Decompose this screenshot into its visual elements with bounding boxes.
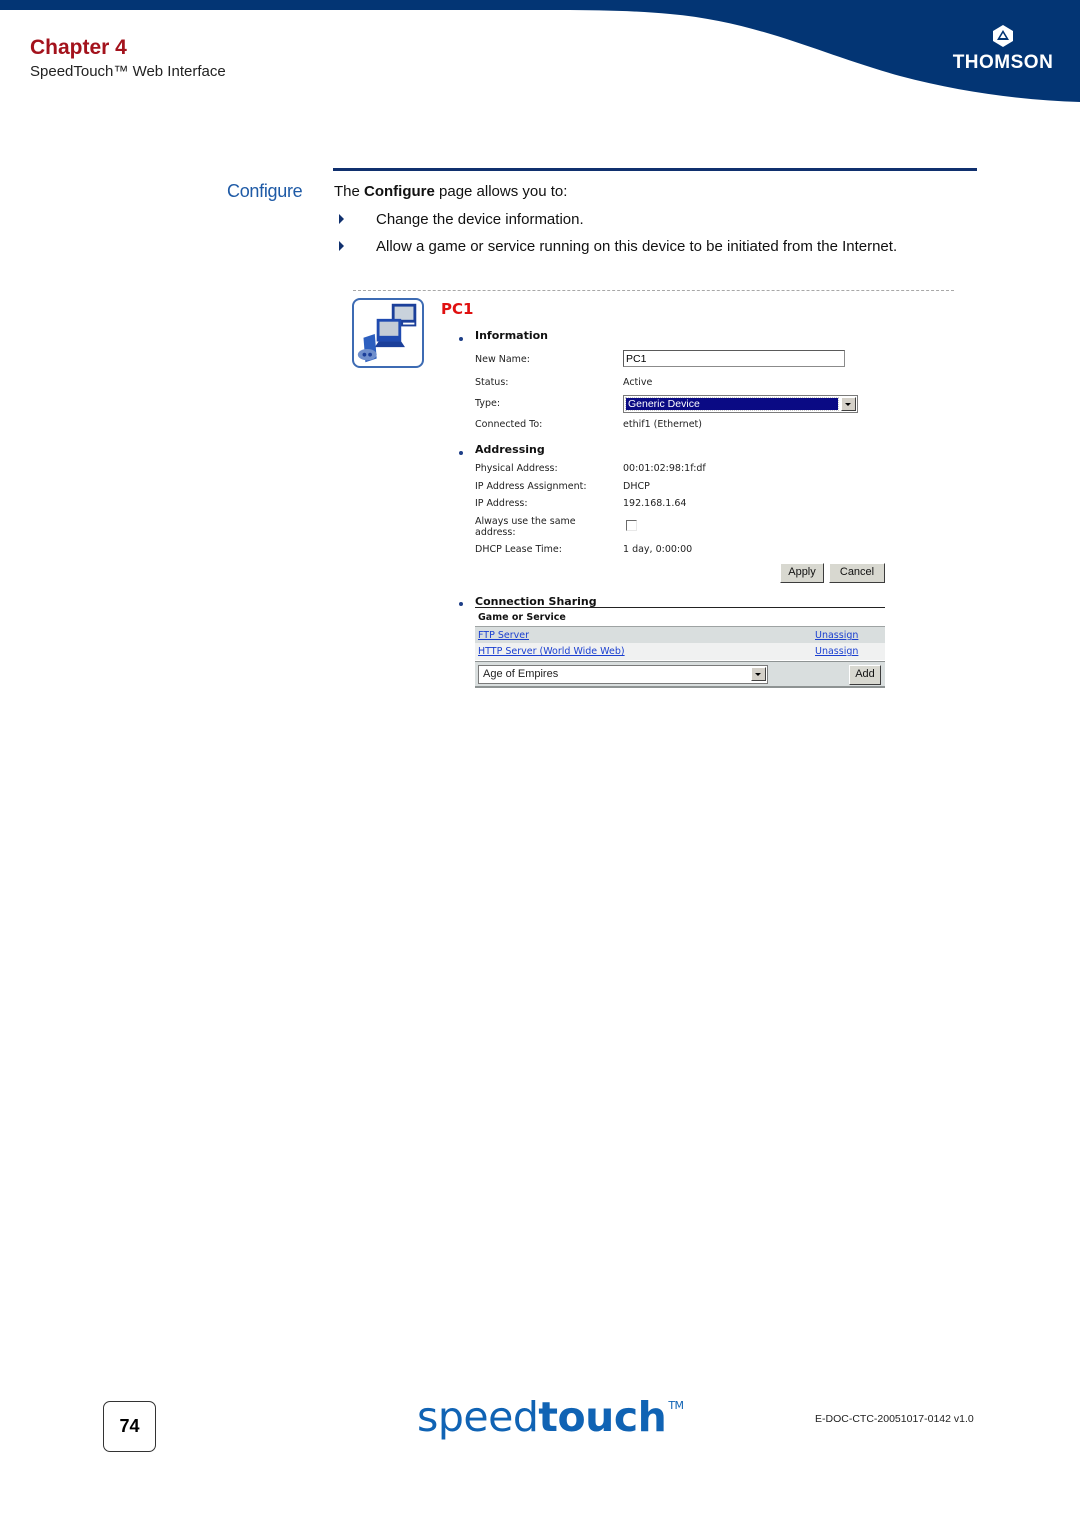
new-name-input[interactable] [623,350,845,367]
type-label: Type: [475,398,501,409]
logo-light-part: speed [417,1393,539,1441]
type-select[interactable]: Generic Device [623,395,858,413]
always-same-address-label-line2: address: [475,527,516,538]
header-wave-band [0,0,1080,102]
game-or-service-column-header: Game or Service [478,612,566,623]
pc-and-game-console-icon [352,298,424,368]
chevron-down-icon[interactable] [751,667,766,681]
service-link[interactable]: FTP Server [478,630,529,641]
dashed-separator [353,290,954,291]
ip-assignment-label: IP Address Assignment: [475,481,587,492]
new-name-label: New Name: [475,354,530,365]
type-selected-value: Generic Device [625,397,839,411]
chapter-subtitle: SpeedTouch™ Web Interface [30,63,226,80]
section-intro: The Configure page allows you to: [334,183,567,200]
speedtouch-logo: speedtouch TM [417,1393,684,1441]
bullet-item: Allow a game or service running on this … [376,238,898,255]
ip-address-value: 192.168.1.64 [623,498,687,509]
thomson-emblem-icon [993,25,1013,47]
thomson-wordmark: THOMSON [952,52,1054,73]
chapter-heading: Chapter 4 [30,36,127,59]
table-row: HTTP Server (World Wide Web) Unassign [475,643,885,660]
page-number: 74 [103,1401,156,1452]
physical-address-value: 00:01:02:98:1f:df [623,463,706,474]
always-same-address-checkbox[interactable] [626,520,637,531]
game-service-select[interactable]: Age of Empires [478,665,768,684]
connected-to-value: ethif1 (Ethernet) [623,419,702,430]
game-service-selected-value: Age of Empires [483,668,559,680]
always-same-address-label-line1: Always use the same [475,516,576,527]
lease-time-value: 1 day, 0:00:00 [623,544,693,555]
intro-prefix: The [334,183,365,200]
connected-to-label: Connected To: [475,419,543,430]
information-heading: Information [475,329,548,342]
device-title: PC1 [441,300,474,318]
chevron-down-icon[interactable] [841,397,856,411]
unassign-link[interactable]: Unassign [815,630,858,641]
logo-bold-part: touch [538,1393,667,1441]
section-bullet-icon [459,602,463,606]
intro-suffix: page allows you to: [434,183,568,200]
table-row: FTP Server Unassign [475,626,885,643]
bullet-item: Change the device information. [376,211,584,228]
section-side-title: Configure [227,181,303,201]
status-label: Status: [475,377,509,388]
header-band-shape [0,0,1080,102]
physical-address-label: Physical Address: [475,463,558,474]
logo-trademark: TM [668,1399,684,1412]
service-link[interactable]: HTTP Server (World Wide Web) [478,646,625,657]
apply-button[interactable]: Apply [780,563,824,583]
intro-bold: Configure [364,183,435,200]
ip-address-label: IP Address: [475,498,528,509]
ip-assignment-value: DHCP [623,481,650,492]
section-bullet-icon [459,337,463,341]
status-value: Active [623,377,653,388]
bullet-arrow-icon [339,241,344,251]
connection-sharing-underline [475,607,885,608]
add-button[interactable]: Add [849,665,881,685]
document-id: E-DOC-CTC-20051017-0142 v1.0 [815,1413,974,1425]
thomson-logo: THOMSON [948,24,1058,80]
section-rule [333,168,977,171]
lease-time-label: DHCP Lease Time: [475,544,562,555]
cancel-button[interactable]: Cancel [829,563,885,583]
unassign-link[interactable]: Unassign [815,646,858,657]
bullet-arrow-icon [339,214,344,224]
section-bullet-icon [459,451,463,455]
addressing-heading: Addressing [475,443,545,456]
add-service-row: Age of Empires Add [475,661,885,688]
